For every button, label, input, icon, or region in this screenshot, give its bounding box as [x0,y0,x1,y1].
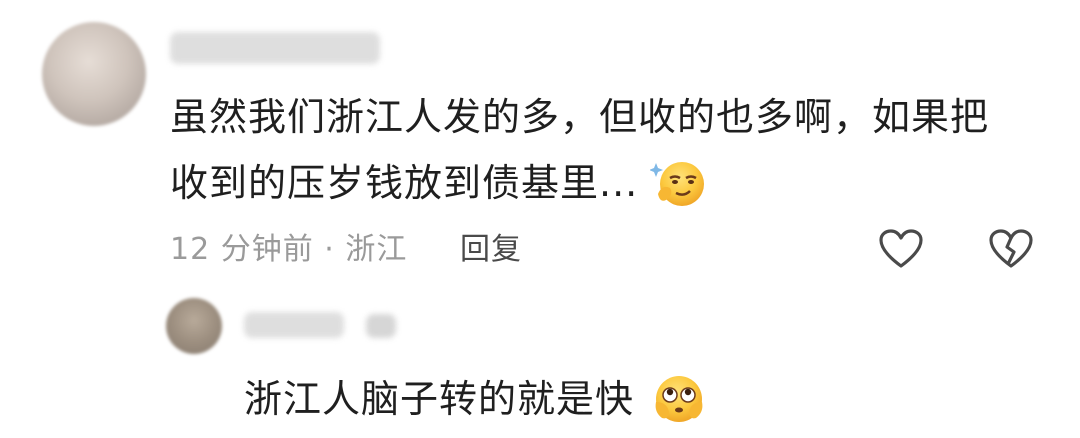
comment-time: 12 分钟前 [170,232,314,267]
heart-icon[interactable] [878,228,924,270]
smirk-face-emoji [649,158,708,210]
comment-text-line-2: 收到的压岁钱放到债基里... [170,158,638,208]
username-blurred[interactable] [170,32,380,64]
reply-button[interactable]: 回复 [460,230,522,270]
comment-text-line-1: 虽然我们浙江人发的多，但收的也多啊，如果把 [170,95,990,139]
reply-badge-blurred [366,314,396,338]
comment-location: 浙江 [345,232,408,267]
pleading-eyes-emoji [651,372,707,426]
reply-text: 浙江人脑子转的就是快 [244,377,635,421]
comment-meta: 12 分钟前 · 浙江 [170,230,407,270]
meta-separator: · [313,232,346,267]
reply-avatar[interactable] [166,298,222,354]
comment-text-line-2-text: 收到的压岁钱放到债基里... [170,161,639,205]
broken-heart-icon[interactable] [988,228,1034,270]
reply-username-blurred[interactable] [244,312,344,338]
avatar[interactable] [42,22,146,126]
